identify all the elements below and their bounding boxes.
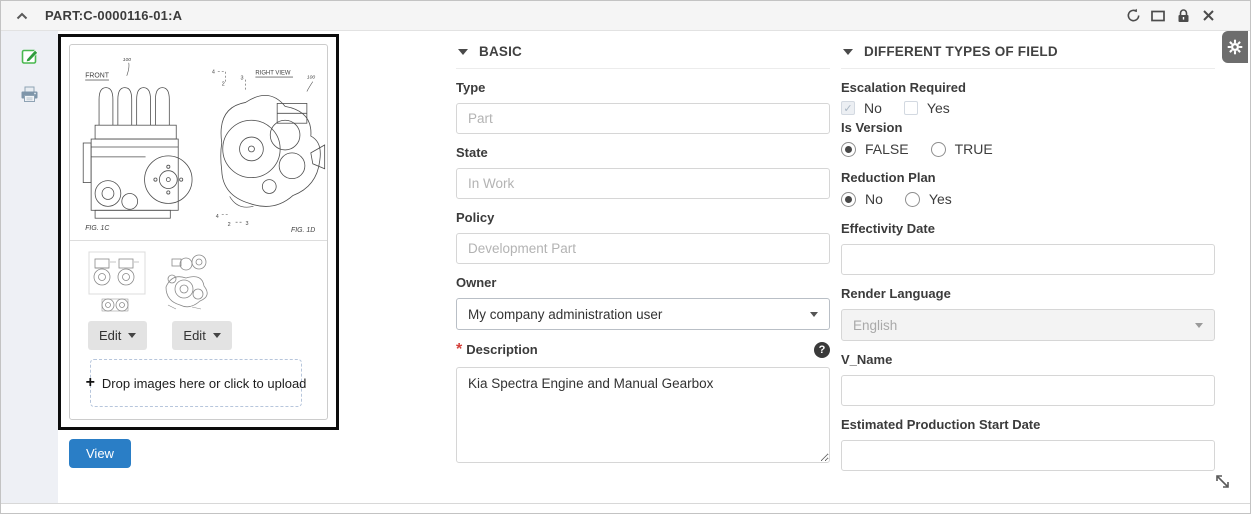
view-button[interactable]: View	[69, 439, 131, 468]
engine-figure: FRONT 100 RIGHT VIEW 100 FIG. 1C FIG. 1D…	[71, 48, 327, 238]
figure-front-label: FRONT	[85, 72, 110, 79]
policy-field	[456, 233, 830, 264]
types-section: DIFFERENT TYPES OF FIELD Escalation Requ…	[841, 42, 1215, 471]
media-block: Edit Edit + Drop images here or click to…	[70, 241, 327, 417]
effectivity-date-label: Effectivity Date	[841, 221, 1215, 236]
escalation-yes-label: Yes	[927, 100, 950, 116]
effectivity-date-field[interactable]	[841, 244, 1215, 275]
owner-label: Owner	[456, 275, 830, 290]
figure-ref-number-left: 100	[122, 56, 130, 62]
close-icon[interactable]	[1200, 8, 1216, 24]
figure-callout: 2	[221, 81, 224, 87]
escalation-no-checkbox: ✓	[841, 101, 855, 115]
v-name-label: V_Name	[841, 352, 1215, 367]
chevron-up-icon[interactable]	[13, 12, 31, 20]
type-field	[456, 103, 830, 134]
escalation-yes-checkbox	[904, 101, 918, 115]
description-field[interactable]: Kia Spectra Engine and Manual Gearbox	[456, 367, 830, 463]
gear-icon	[1227, 39, 1243, 55]
image-card: FRONT 100 RIGHT VIEW 100 FIG. 1C FIG. 1D…	[69, 44, 328, 420]
figure-right-view-label: RIGHT VIEW	[255, 70, 291, 76]
is-version-options: FALSE TRUE	[841, 141, 1215, 157]
reduction-plan-label: Reduction Plan	[841, 170, 1215, 185]
owner-select[interactable]: My company administration user	[456, 298, 830, 330]
is-version-label: Is Version	[841, 120, 1215, 135]
render-language-select: English	[841, 309, 1215, 341]
page-title: PART:C-0000116-01:A	[45, 8, 182, 23]
owner-selected-value: My company administration user	[468, 307, 662, 322]
image-preview-frame: FRONT 100 RIGHT VIEW 100 FIG. 1C FIG. 1D…	[58, 34, 339, 430]
figure-callout: 3	[240, 75, 243, 81]
state-label: State	[456, 145, 830, 160]
chevron-down-icon	[810, 312, 818, 317]
part-drawing-image[interactable]: FRONT 100 RIGHT VIEW 100 FIG. 1C FIG. 1D…	[70, 45, 327, 241]
description-label: Description	[466, 342, 538, 357]
edit-image-1-button[interactable]: Edit	[88, 321, 147, 350]
reduction-plan-options: No Yes	[841, 191, 1215, 207]
panel-body: FRONT 100 RIGHT VIEW 100 FIG. 1C FIG. 1D…	[1, 31, 1250, 504]
thumbnail-row	[88, 251, 309, 315]
thumbnail-1[interactable]	[88, 251, 146, 315]
render-language-label: Render Language	[841, 286, 1215, 301]
is-version-false-label: FALSE	[865, 141, 909, 157]
edit-button-label: Edit	[183, 328, 205, 343]
escalation-required-options: ✓ No Yes	[841, 100, 1215, 116]
estimated-production-start-date-label: Estimated Production Start Date	[841, 417, 1215, 432]
figure-callout: 4	[215, 214, 218, 220]
figure-label-right: FIG. 1D	[291, 227, 315, 234]
part-detail-window: PART:C-0000116-01:A	[0, 0, 1251, 514]
basic-section-title: BASIC	[479, 44, 522, 59]
state-field	[456, 168, 830, 199]
lock-icon[interactable]	[1175, 8, 1191, 24]
resize-handle-icon[interactable]	[1214, 473, 1231, 495]
reduction-plan-yes-radio[interactable]	[905, 192, 920, 207]
reduction-plan-no-radio[interactable]	[841, 192, 856, 207]
figure-callout: 2	[227, 222, 230, 228]
description-label-row: * Description ?	[456, 341, 830, 359]
figure-callout: 3	[245, 221, 248, 227]
estimated-production-start-date-field[interactable]	[841, 440, 1215, 471]
edit-image-2-button[interactable]: Edit	[172, 321, 231, 350]
chevron-down-icon	[1195, 323, 1203, 328]
v-name-field[interactable]	[841, 375, 1215, 406]
is-version-false-radio[interactable]	[841, 142, 856, 157]
image-upload-dropzone[interactable]: + Drop images here or click to upload	[90, 359, 302, 407]
header-actions	[1125, 8, 1238, 24]
is-version-true-radio[interactable]	[931, 142, 946, 157]
types-section-title: DIFFERENT TYPES OF FIELD	[864, 44, 1058, 59]
figure-callout: 4	[211, 69, 214, 75]
policy-label: Policy	[456, 210, 830, 225]
edit-buttons-row: Edit Edit	[88, 321, 309, 350]
basic-section-header[interactable]: BASIC	[456, 42, 830, 69]
reduction-plan-yes-label: Yes	[929, 191, 952, 207]
reduction-plan-no-label: No	[865, 191, 883, 207]
thumbnail-2[interactable]	[156, 251, 214, 315]
figure-ref-number-right: 100	[306, 74, 314, 80]
type-label: Type	[456, 80, 830, 95]
refresh-icon[interactable]	[1125, 8, 1141, 24]
panel-header: PART:C-0000116-01:A	[1, 1, 1250, 31]
escalation-required-label: Escalation Required	[841, 80, 1215, 95]
edit-button-label: Edit	[99, 328, 121, 343]
maximize-window-icon[interactable]	[1150, 8, 1166, 24]
settings-gear-tab[interactable]	[1222, 31, 1248, 63]
required-asterisk: *	[456, 341, 462, 358]
is-version-true-label: TRUE	[955, 141, 993, 157]
help-icon[interactable]: ?	[814, 342, 830, 358]
basic-section: BASIC Type State Policy Owner My company…	[456, 42, 830, 468]
print-icon[interactable]	[1, 81, 58, 107]
chevron-down-icon	[128, 333, 136, 338]
chevron-down-icon	[843, 49, 853, 55]
chevron-down-icon	[458, 49, 468, 55]
left-toolbar-rail	[1, 31, 58, 503]
render-language-value: English	[853, 318, 897, 333]
chevron-down-icon	[213, 333, 221, 338]
dropzone-text: Drop images here or click to upload	[102, 376, 307, 391]
types-section-header[interactable]: DIFFERENT TYPES OF FIELD	[841, 42, 1215, 69]
edit-icon[interactable]	[1, 43, 58, 69]
plus-icon: +	[86, 375, 95, 391]
bottom-gap	[1, 504, 1250, 512]
figure-label-left: FIG. 1C	[85, 225, 110, 232]
escalation-no-label: No	[864, 100, 882, 116]
